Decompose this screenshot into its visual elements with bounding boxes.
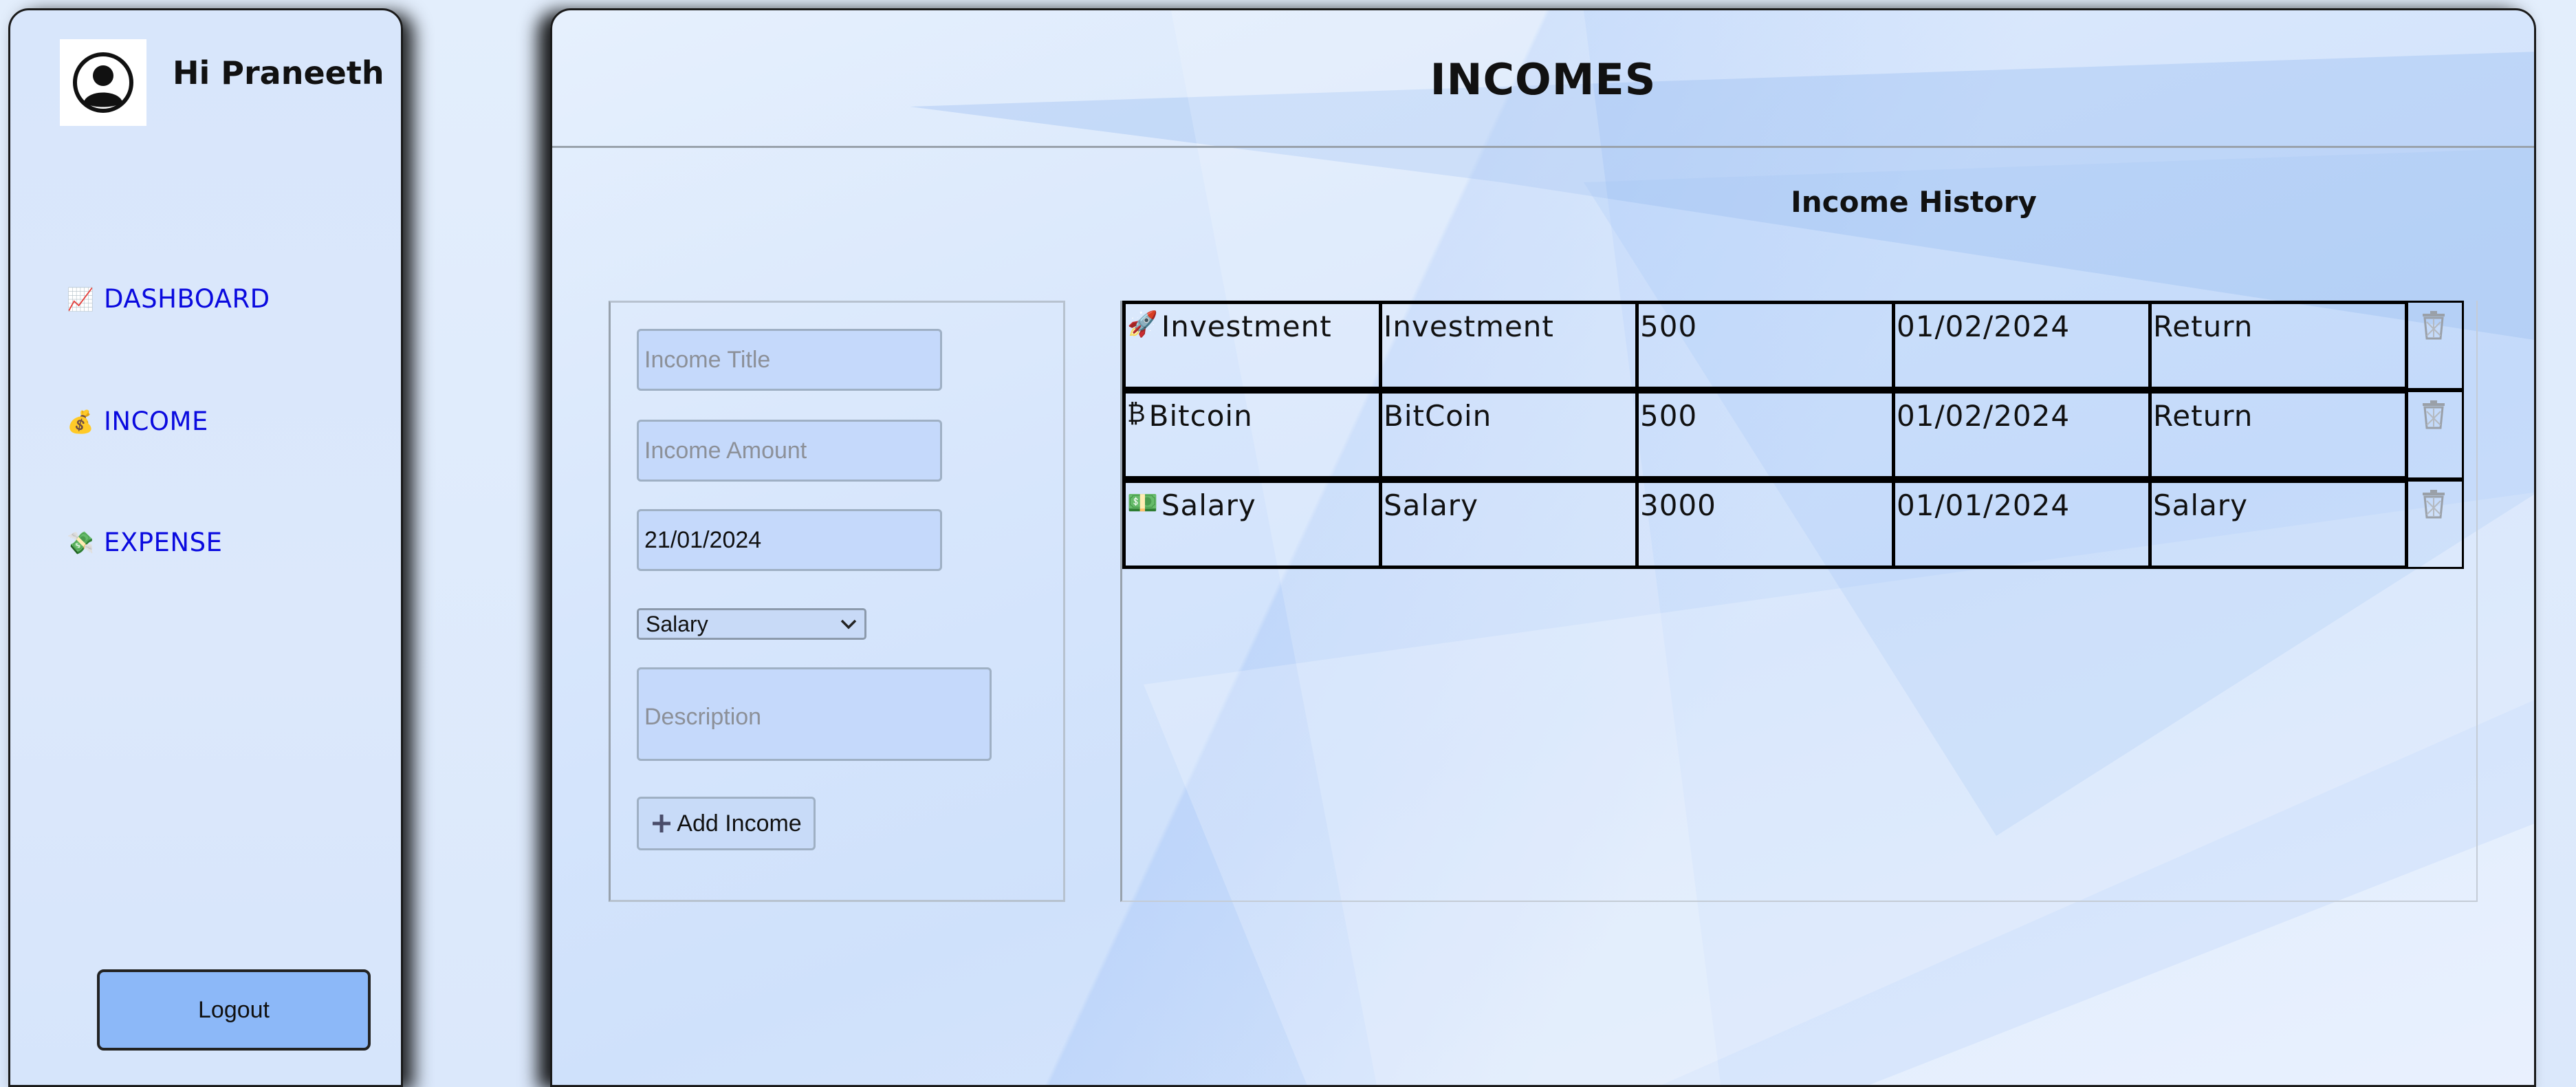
bitcoin-icon: ₿ — [1127, 400, 1146, 428]
page-header: INCOMES — [552, 10, 2534, 148]
rocket-icon: 🚀 — [1127, 310, 1159, 338]
income-date-input[interactable] — [637, 509, 942, 571]
nav-label: DASHBOARD — [104, 284, 270, 314]
income-amount-input[interactable] — [637, 420, 942, 482]
add-income-button[interactable]: Add Income — [637, 797, 816, 850]
nav-label: EXPENSE — [104, 528, 223, 557]
avatar — [60, 39, 146, 126]
sidebar: Hi Praneeth 📈 DASHBOARD 💰 INCOME 💸 EXPEN… — [8, 8, 403, 1087]
income-date-cell: 01/02/2024 — [1892, 301, 2152, 390]
income-name-cell: 💵 Salary — [1122, 480, 1382, 569]
income-category-cell: BitCoin — [1379, 390, 1639, 480]
income-name: Bitcoin — [1148, 399, 1253, 433]
income-date-cell: 01/01/2024 — [1892, 480, 2152, 569]
income-name: Investment — [1161, 310, 1332, 343]
delete-button[interactable] — [2405, 301, 2464, 390]
description-textarea[interactable] — [637, 667, 992, 761]
page-title: INCOMES — [1430, 54, 1657, 105]
delete-button[interactable] — [2405, 480, 2464, 569]
income-form: Salary Add Income — [609, 301, 1065, 902]
main-panel: INCOMES Income History Salary Add Income… — [550, 8, 2536, 1087]
dollar-banknote-icon: 💵 — [1127, 489, 1159, 517]
user-greeting: Hi Praneeth — [173, 54, 384, 92]
chart-increasing-icon: 📈 — [67, 286, 94, 312]
add-income-label: Add Income — [677, 810, 802, 837]
nav-label: INCOME — [104, 407, 208, 436]
income-history-title: Income History — [1791, 185, 2037, 219]
table-row: 💵 Salary Salary 3000 01/01/2024 Salary — [1122, 480, 2480, 569]
table-row: 🚀 Investment Investment 500 01/02/2024 R… — [1122, 301, 2480, 390]
nav-item-income[interactable]: 💰 INCOME — [67, 407, 208, 436]
chevron-down-icon — [840, 619, 857, 629]
delete-button[interactable] — [2405, 390, 2464, 480]
income-description-cell: Salary — [2148, 480, 2408, 569]
category-select[interactable]: Salary — [637, 608, 866, 640]
income-category-cell: Salary — [1379, 480, 1639, 569]
income-amount-cell: 500 — [1635, 390, 1895, 480]
income-name-cell: 🚀 Investment — [1122, 301, 1382, 390]
income-name-cell: ₿ Bitcoin — [1122, 390, 1382, 480]
income-description-cell: Return — [2148, 390, 2408, 480]
table-row: ₿ Bitcoin BitCoin 500 01/02/2024 Return — [1122, 390, 2480, 480]
category-selected-value: Salary — [646, 611, 708, 636]
nav-item-dashboard[interactable]: 📈 DASHBOARD — [67, 284, 270, 314]
income-description-cell: Return — [2148, 301, 2408, 390]
user-circle-icon — [73, 52, 133, 113]
logout-button[interactable]: Logout — [97, 969, 371, 1051]
money-bag-icon: 💰 — [67, 408, 94, 435]
money-with-wings-icon: 💸 — [67, 529, 94, 556]
trash-icon — [2422, 400, 2445, 429]
income-date-cell: 01/02/2024 — [1892, 390, 2152, 480]
income-name: Salary — [1161, 488, 1256, 522]
income-amount-cell: 500 — [1635, 301, 1895, 390]
income-title-input[interactable] — [637, 329, 942, 391]
trash-icon — [2422, 311, 2445, 340]
plus-icon — [653, 815, 671, 832]
trash-icon — [2422, 490, 2445, 519]
income-history-table: 🚀 Investment Investment 500 01/02/2024 R… — [1120, 301, 2478, 902]
income-amount-cell: 3000 — [1635, 480, 1895, 569]
nav-item-expense[interactable]: 💸 EXPENSE — [67, 528, 222, 557]
income-category-cell: Investment — [1379, 301, 1639, 390]
